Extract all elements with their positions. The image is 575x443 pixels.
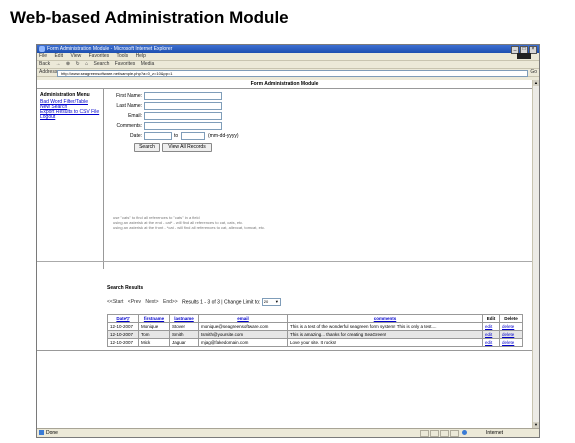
- section-divider: [37, 261, 532, 262]
- cell-firstname: Monique: [138, 322, 170, 331]
- results-summary: Results 1 - 3 of 3 | Change Limit to:: [182, 299, 261, 306]
- forward-icon[interactable]: →: [56, 61, 61, 67]
- sidebar-link-logout[interactable]: Logout: [40, 115, 103, 120]
- media-button[interactable]: Media: [141, 61, 155, 67]
- menu-view[interactable]: View: [70, 53, 81, 59]
- column-header-edit: Edit: [482, 314, 500, 323]
- address-label: Address: [39, 69, 58, 75]
- window-titlebar: Form Administration Module - Microsoft I…: [37, 45, 539, 54]
- email-input[interactable]: [144, 112, 222, 120]
- page-status-icon: [39, 430, 44, 435]
- results-table: Date▽ firstname lastname email comments …: [107, 314, 523, 347]
- edit-link[interactable]: edit: [482, 338, 500, 347]
- status-panels: [420, 430, 459, 437]
- date-to-label: to: [174, 133, 179, 139]
- cell-date: 12-10-2007: [107, 338, 139, 347]
- windows-logo-icon: [517, 53, 531, 59]
- cell-comments: This is a test of the wonderful seagreen…: [287, 322, 483, 331]
- cell-lastname: Stover: [169, 322, 199, 331]
- cell-lastname: Smith: [169, 330, 199, 339]
- limit-select[interactable]: 20: [261, 298, 281, 306]
- table-row: 12-10-2007 Mick Jaguar mjag@fakedomain.c…: [107, 338, 523, 347]
- page-heading: Web-based Administration Module: [10, 8, 289, 27]
- menu-tools[interactable]: Tools: [116, 53, 128, 59]
- sidebar-title: Administration Menu: [40, 92, 90, 98]
- last-name-input[interactable]: [144, 102, 222, 110]
- comments-input[interactable]: [144, 122, 222, 130]
- admin-sidebar: Administration Menu Bad Word Filter/Tabl…: [37, 89, 104, 269]
- status-bar: Done Internet: [37, 428, 539, 437]
- hint-line: using an asterisk at the front - *cat - …: [113, 225, 266, 230]
- stop-icon[interactable]: ⊗: [66, 61, 70, 67]
- pager-next-link[interactable]: Next>: [145, 299, 158, 305]
- menu-help[interactable]: Help: [136, 53, 146, 59]
- scroll-up-icon[interactable]: ▲: [533, 80, 539, 86]
- column-header-lastname[interactable]: lastname: [169, 314, 199, 323]
- menu-bar: File Edit View Favorites Tools Help: [37, 53, 539, 61]
- cell-comments: Love your site. It rocks!: [287, 338, 483, 347]
- cell-email: monique@seagreensoftware.com: [198, 322, 288, 331]
- comments-label: Comments:: [116, 123, 142, 129]
- refresh-icon[interactable]: ↻: [76, 61, 80, 67]
- email-label: Email:: [128, 113, 142, 119]
- cell-firstname: Mick: [138, 338, 170, 347]
- browser-window: Form Administration Module - Microsoft I…: [36, 44, 540, 438]
- security-zone: Internet: [486, 430, 503, 436]
- page-viewport: Form Administration Module Administratio…: [37, 80, 532, 428]
- home-icon[interactable]: ⌂: [85, 61, 88, 67]
- table-row: 12-10-2007 Tom Smith tsmith@yoursite.com…: [107, 330, 523, 339]
- column-header-delete: Delete: [499, 314, 523, 323]
- menu-edit[interactable]: Edit: [54, 53, 63, 59]
- vertical-scrollbar[interactable]: ▲ ▼: [532, 80, 539, 428]
- delete-link[interactable]: delete: [499, 330, 523, 339]
- last-name-label: Last Name:: [116, 103, 142, 109]
- cell-email: mjag@fakedomain.com: [198, 338, 288, 347]
- date-from-input[interactable]: [144, 132, 172, 140]
- pager-prev-link[interactable]: <Prev: [128, 299, 141, 305]
- toolbar: Back → ⊗ ↻ ⌂ Search Favorites Media: [37, 61, 539, 69]
- address-bar: Address http://www.seagreensoftware.net/…: [37, 69, 539, 77]
- favorites-button[interactable]: Favorites: [115, 61, 136, 67]
- search-submit-button[interactable]: Search: [134, 143, 160, 152]
- search-button[interactable]: Search: [94, 61, 110, 67]
- window-title: Form Administration Module - Microsoft I…: [47, 46, 173, 52]
- app-title: Form Administration Module: [37, 80, 532, 89]
- delete-link[interactable]: delete: [499, 338, 523, 347]
- status-text: Done: [46, 430, 58, 436]
- column-header-firstname[interactable]: firstname: [138, 314, 170, 323]
- cell-email: tsmith@yoursite.com: [198, 330, 288, 339]
- menu-favorites[interactable]: Favorites: [89, 53, 110, 59]
- first-name-label: First Name:: [116, 93, 142, 99]
- date-to-input[interactable]: [181, 132, 205, 140]
- search-results-title: Search Results: [107, 285, 144, 291]
- footer-divider: [37, 350, 532, 351]
- go-button[interactable]: Go: [530, 69, 537, 76]
- column-header-comments[interactable]: comments: [287, 314, 483, 323]
- edit-link[interactable]: edit: [482, 322, 500, 331]
- internet-zone-icon: [462, 430, 467, 435]
- back-button[interactable]: Back: [39, 61, 50, 67]
- view-all-records-button[interactable]: View All Records: [162, 143, 212, 152]
- cell-date: 12-10-2007: [107, 322, 139, 331]
- cell-firstname: Tom: [138, 330, 170, 339]
- edit-link[interactable]: edit: [482, 330, 500, 339]
- ie-icon: [39, 46, 45, 52]
- cell-date: 12-10-2007: [107, 330, 139, 339]
- menu-file[interactable]: File: [39, 53, 47, 59]
- results-pager: <<Start <Prev Next> End>> Results 1 - 3 …: [107, 298, 281, 306]
- column-header-date[interactable]: Date▽: [107, 314, 139, 323]
- pager-end-link[interactable]: End>>: [163, 299, 178, 305]
- cell-comments: This is amazing... thanks for creating S…: [287, 330, 483, 339]
- search-hints: use "cats" to find all references to "ca…: [113, 215, 265, 230]
- date-format-hint: (mm-dd-yyyy): [208, 133, 239, 139]
- first-name-input[interactable]: [144, 92, 222, 100]
- cell-lastname: Jaguar: [169, 338, 199, 347]
- address-input[interactable]: http://www.seagreensoftware.net/sample.p…: [57, 70, 528, 77]
- pager-start-link[interactable]: <<Start: [107, 299, 123, 305]
- table-row: 12-10-2007 Monique Stover monique@seagre…: [107, 322, 523, 331]
- delete-link[interactable]: delete: [499, 322, 523, 331]
- date-label: Date:: [130, 133, 142, 139]
- column-header-email[interactable]: email: [198, 314, 288, 323]
